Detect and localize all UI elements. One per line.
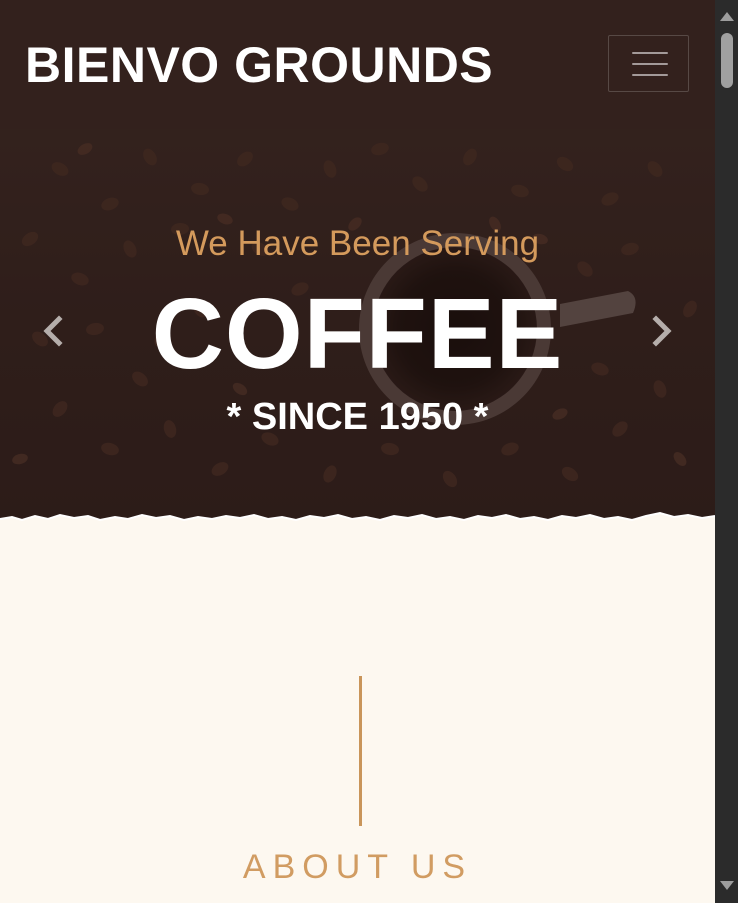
hero-subtitle: We Have Been Serving [175, 224, 540, 263]
torn-paper-edge [0, 511, 715, 533]
section-divider-line [359, 676, 362, 826]
hero-title: COFFEE [151, 278, 564, 390]
hero-carousel: We Have Been Serving COFFEE * SINCE 1950… [0, 129, 715, 533]
brand-logo-text[interactable]: BIENVO GROUNDS [25, 36, 493, 94]
navbar: BIENVO GROUNDS [0, 0, 715, 129]
hero-since-text: * SINCE 1950 * [226, 396, 489, 438]
menu-toggle-button[interactable] [608, 35, 689, 92]
chevron-left-icon [43, 315, 63, 347]
about-title: ABOUT US [242, 848, 473, 886]
page-viewport: BIENVO GROUNDS We Have Been Serving COFF… [0, 0, 715, 903]
carousel-next-button[interactable] [641, 311, 681, 351]
scrollbar-thumb[interactable] [721, 33, 733, 88]
scroll-up-arrow-icon[interactable] [720, 12, 734, 21]
chevron-right-icon [652, 315, 672, 347]
carousel-prev-button[interactable] [34, 311, 74, 351]
vertical-scrollbar[interactable] [715, 0, 738, 903]
scroll-down-arrow-icon[interactable] [720, 881, 734, 890]
